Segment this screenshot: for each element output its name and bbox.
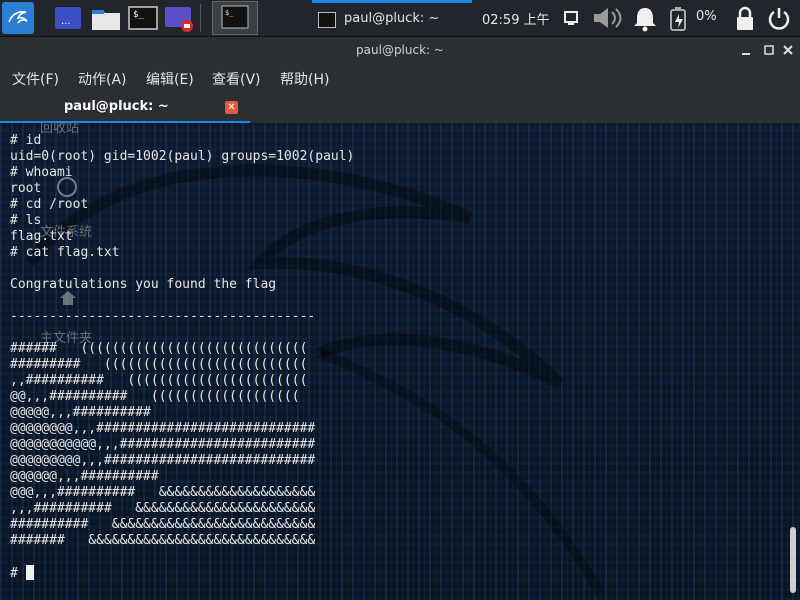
menu-edit[interactable]: 编辑(E): [146, 69, 194, 89]
close-icon[interactable]: [782, 44, 796, 58]
volume-muted-icon[interactable]: [592, 6, 626, 30]
top-panel: ... $_ $_ paul@pluck: ~ 02:59 上午 0%: [0, 0, 800, 37]
terminal-icon: [318, 12, 336, 28]
kali-dragon-icon: [8, 11, 28, 24]
screen-recorder-icon: [165, 7, 193, 32]
svg-text:$_: $_: [133, 10, 144, 20]
taskbar-window-label: paul@pluck: ~: [344, 11, 440, 26]
file-manager-launcher[interactable]: [90, 2, 122, 34]
menu-bar: 文件(F) 动作(A) 编辑(E) 查看(V) 帮助(H): [0, 63, 800, 93]
battery-percent: 0%: [696, 9, 717, 24]
window-title: paul@pluck: ~: [356, 43, 444, 57]
desktop-icon: ...: [55, 7, 81, 29]
menu-view[interactable]: 查看(V): [212, 69, 261, 89]
maximize-icon[interactable]: [763, 44, 777, 58]
terminal-cursor: [25, 565, 34, 580]
lock-screen-icon[interactable]: [734, 6, 756, 32]
workspace-switcher[interactable]: $_: [212, 1, 258, 35]
menu-actions[interactable]: 动作(A): [78, 69, 127, 89]
terminal-launcher[interactable]: $_: [127, 2, 159, 34]
terminal-icon: $_: [128, 6, 158, 30]
terminal-window-thumbnail-icon: $_: [221, 5, 249, 29]
kali-menu-button[interactable]: [2, 2, 34, 34]
terminal-output: # id uid=0(root) gid=1002(paul) groups=1…: [10, 133, 354, 582]
tab-title: paul@pluck: ~: [64, 99, 169, 114]
tab-terminal[interactable]: paul@pluck: ~ ✕: [0, 93, 250, 123]
battery-charging-icon[interactable]: [668, 6, 690, 32]
svg-text:$_: $_: [225, 9, 234, 17]
tab-bar: paul@pluck: ~ ✕: [0, 93, 800, 123]
tab-close-icon[interactable]: ✕: [225, 101, 238, 114]
taskbar-window-button[interactable]: paul@pluck: ~: [312, 0, 472, 36]
screen-recorder-launcher[interactable]: [163, 2, 195, 34]
menu-help[interactable]: 帮助(H): [280, 69, 329, 89]
svg-text:...: ...: [61, 16, 71, 27]
terminal-lines: # id uid=0(root) gid=1002(paul) groups=1…: [10, 133, 355, 581]
menu-file[interactable]: 文件(F): [12, 69, 59, 89]
window-titlebar[interactable]: paul@pluck: ~: [0, 37, 800, 63]
terminal-scrollbar[interactable]: [790, 527, 796, 593]
notifications-icon[interactable]: [632, 6, 658, 32]
minimize-icon[interactable]: [740, 44, 754, 58]
terminal-area[interactable]: 回收站 文件系统 主文件夹 # id uid=0(root) gid=1002(…: [0, 123, 800, 600]
display-icon[interactable]: [563, 10, 579, 26]
show-desktop-button[interactable]: ...: [52, 2, 84, 34]
power-icon[interactable]: [766, 6, 792, 32]
clock[interactable]: 02:59 上午: [482, 9, 550, 28]
panel-separator: [200, 4, 201, 32]
folder-icon: [92, 10, 120, 30]
